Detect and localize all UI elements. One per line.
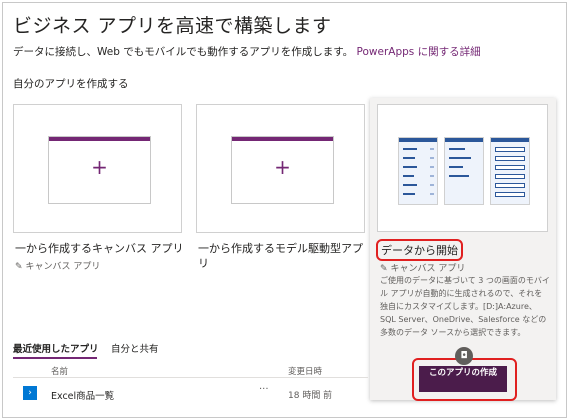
pencil-icon: ✎ xyxy=(380,264,388,274)
list-line xyxy=(403,184,417,186)
plus-icon: + xyxy=(274,155,291,179)
data-app-thumbnail[interactable] xyxy=(377,104,548,232)
plus-icon: + xyxy=(91,155,108,179)
table-header-divider xyxy=(13,377,368,378)
card-type-label: キャンバス アプリ xyxy=(25,262,101,272)
list-arrow xyxy=(430,148,434,150)
phone-header xyxy=(399,138,437,142)
learn-more-link[interactable]: PowerApps に関する詳細 xyxy=(357,46,481,58)
app-name[interactable]: Excel商品一覧 xyxy=(51,388,114,402)
card-canvas-blank-type: ✎ キャンバス アプリ xyxy=(15,259,100,272)
powerapps-home: ビジネス アプリを高速で構築します データに接続し、Web でもモバイルでも動作… xyxy=(2,2,567,418)
list-line xyxy=(403,166,417,168)
list-line xyxy=(403,148,417,150)
form-field xyxy=(495,183,525,188)
card-canvas-blank-label[interactable]: 一から作成するキャンバス アプリ xyxy=(15,241,184,256)
card-type-label: キャンバス アプリ xyxy=(390,264,466,274)
create-section-title: 自分のアプリを作成する xyxy=(13,78,129,90)
list-arrow xyxy=(430,184,434,186)
phone-edit-screen xyxy=(490,137,530,205)
create-app-button[interactable]: このアプリの作成 xyxy=(419,366,507,392)
detail-line xyxy=(449,157,471,159)
phone-header xyxy=(491,138,529,142)
start-from-data-description: ご使用のデータに基づいて 3 つの画面のモバイル アプリが自動的に生成されるので… xyxy=(380,276,550,337)
active-tab-indicator xyxy=(13,357,97,359)
start-from-data-type: ✎ キャンバス アプリ xyxy=(380,261,465,274)
form-field xyxy=(495,156,525,161)
start-from-data-title[interactable]: データから開始 xyxy=(376,239,463,261)
detail-line xyxy=(449,175,469,177)
page-title: ビジネス アプリを高速で構築します xyxy=(13,15,332,37)
list-line xyxy=(403,193,415,195)
list-arrow xyxy=(430,193,434,195)
form-field xyxy=(495,174,525,179)
tour-icon[interactable]: ◘ xyxy=(455,347,473,365)
detail-line xyxy=(449,148,465,150)
canvas-thumbnail: + xyxy=(48,136,151,204)
form-field xyxy=(495,165,525,170)
card-model-blank-label[interactable]: 一から作成するモデル駆動型アプリ xyxy=(198,241,370,271)
page-subtitle: データに接続し、Web でもモバイルでも動作するアプリを作成します。 Power… xyxy=(13,44,481,59)
list-line xyxy=(403,175,414,177)
model-thumbnail: + xyxy=(231,136,334,204)
subtitle-text: データに接続し、Web でもモバイルでも動作するアプリを作成します。 xyxy=(13,46,354,58)
list-arrow xyxy=(430,166,434,168)
column-header-modified[interactable]: 変更日時 xyxy=(288,365,322,377)
form-field xyxy=(495,192,525,197)
list-arrow xyxy=(430,175,434,177)
card-model-blank[interactable]: + xyxy=(196,104,365,233)
column-header-name[interactable]: 名前 xyxy=(51,365,68,377)
app-icon: › xyxy=(23,386,37,400)
tab-recent-apps[interactable]: 最近使用したアプリ xyxy=(13,341,99,355)
thumbnail-header-bar xyxy=(49,137,150,141)
app-modified-time: 18 時間 前 xyxy=(288,391,333,401)
thumbnail-header-bar xyxy=(232,137,333,141)
tab-shared-with-me[interactable]: 自分と共有 xyxy=(111,341,159,355)
phone-header xyxy=(445,138,483,142)
start-from-data-panel: データから開始 ✎ キャンバス アプリ ご使用のデータに基づいて 3 つの画面のモ… xyxy=(370,98,556,401)
list-arrow xyxy=(430,157,434,159)
form-field xyxy=(495,147,525,152)
detail-line xyxy=(449,166,463,168)
more-options-button[interactable]: ··· xyxy=(259,384,269,395)
card-canvas-blank[interactable]: + xyxy=(13,104,182,233)
phone-detail-screen xyxy=(444,137,484,205)
list-line xyxy=(403,157,415,159)
pencil-icon: ✎ xyxy=(15,262,23,272)
phone-browse-screen xyxy=(398,137,438,205)
